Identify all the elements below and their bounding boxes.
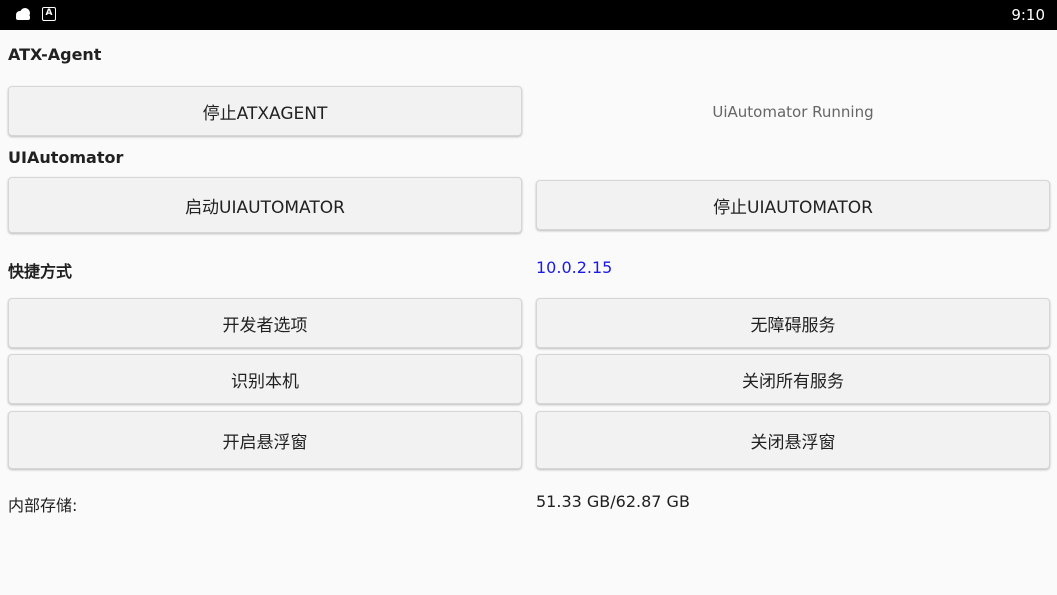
uiautomator-title: UIAutomator <box>8 148 124 167</box>
close-float-window-button[interactable]: 关闭悬浮窗 <box>536 411 1050 469</box>
developer-options-button[interactable]: 开发者选项 <box>8 298 522 348</box>
internal-storage-value: 51.33 GB/62.87 GB <box>536 492 690 511</box>
close-all-services-button[interactable]: 关闭所有服务 <box>536 354 1050 404</box>
internal-storage-label: 内部存储: <box>8 496 78 515</box>
stop-uiautomator-button[interactable]: 停止UIAUTOMATOR <box>536 180 1050 230</box>
accessibility-service-button[interactable]: 无障碍服务 <box>536 298 1050 348</box>
identify-device-button[interactable]: 识别本机 <box>8 354 522 404</box>
start-uiautomator-button[interactable]: 启动UIAUTOMATOR <box>8 177 522 233</box>
status-bar-time: 9:10 <box>1011 6 1045 24</box>
ip-address-link[interactable]: 10.0.2.15 <box>536 258 612 277</box>
shortcuts-title: 快捷方式 <box>8 262 73 281</box>
main-content: ATX-Agent 停止ATXAGENT UiAutomator Running… <box>0 30 1057 595</box>
stop-atxagent-button[interactable]: 停止ATXAGENT <box>8 86 522 136</box>
status-bar-icons: A <box>14 7 56 21</box>
a-app-icon: A <box>42 7 56 21</box>
uiautomator-status-text: UiAutomator Running <box>712 103 874 121</box>
status-bar: A 9:10 <box>0 0 1057 30</box>
atx-agent-title: ATX-Agent <box>8 45 102 64</box>
cloud-icon <box>16 8 30 20</box>
open-float-window-button[interactable]: 开启悬浮窗 <box>8 411 522 469</box>
